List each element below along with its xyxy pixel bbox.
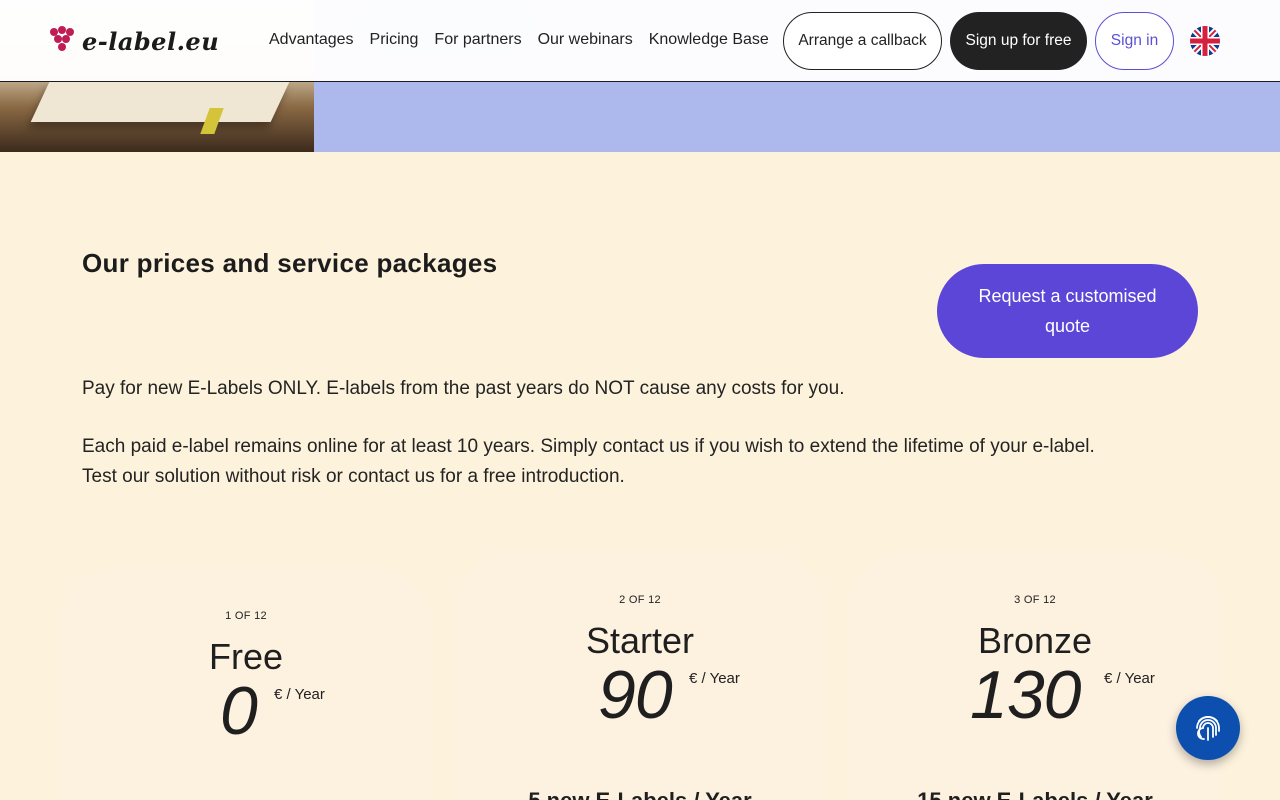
grape-logo-icon [50, 26, 74, 56]
plan-price-row: 130 € / Year [848, 657, 1222, 733]
site-header: e-label.eu Advantages Pricing For partne… [0, 0, 1280, 82]
sign-in-button[interactable]: Sign in [1095, 12, 1174, 70]
plan-card-starter: 2 OF 12 Starter 90 € / Year 5 new E-Labe… [456, 552, 824, 800]
logo-text: e-label.eu [82, 26, 220, 56]
plan-limit: 15 new E-Labels / Year [848, 788, 1222, 800]
plan-limit: 5 new E-Labels / Year [456, 788, 824, 800]
plan-price-row: 0 € / Year [60, 673, 432, 749]
plan-price-unit: € / Year [689, 670, 740, 687]
plan-price: 130 [970, 657, 1081, 733]
plan-count: 2 OF 12 [619, 594, 661, 606]
plan-card-free: 1 OF 12 Free 0 € / Year [60, 568, 432, 800]
pricing-title: Our prices and service packages [82, 248, 498, 278]
nav-our-webinars[interactable]: Our webinars [538, 31, 633, 49]
plan-card-bronze: 3 OF 12 Bronze 130 € / Year 15 new E-Lab… [848, 552, 1222, 800]
site-logo[interactable]: e-label.eu [50, 26, 219, 56]
pricing-intro: Pay for new E-Labels ONLY. E-labels from… [82, 378, 845, 399]
pricing-details: Each paid e-label remains online for at … [82, 432, 1142, 492]
nav-advantages[interactable]: Advantages [269, 31, 354, 49]
nav-for-partners[interactable]: For partners [434, 31, 521, 49]
main-nav: Advantages Pricing For partners Our webi… [269, 31, 769, 49]
plan-price: 90 [598, 657, 673, 733]
plan-price-unit: € / Year [1104, 670, 1155, 687]
sign-up-button[interactable]: Sign up for free [950, 12, 1087, 70]
fingerprint-button[interactable] [1176, 696, 1240, 760]
uk-flag-icon[interactable] [1190, 26, 1220, 56]
plan-price: 0 [220, 673, 258, 749]
pricing-details-line-2: Test our solution without risk or contac… [82, 466, 625, 487]
plan-price-unit: € / Year [274, 686, 325, 703]
nav-knowledge-base[interactable]: Knowledge Base [649, 31, 769, 49]
nav-pricing[interactable]: Pricing [370, 31, 419, 49]
arrange-callback-button[interactable]: Arrange a callback [783, 12, 942, 70]
plan-count: 3 OF 12 [1014, 594, 1056, 606]
plan-count: 1 OF 12 [225, 610, 267, 622]
request-quote-button[interactable]: Request a customised quote [937, 264, 1198, 358]
pricing-details-line-1: Each paid e-label remains online for at … [82, 436, 1095, 457]
fingerprint-icon [1196, 716, 1220, 741]
book-page-shape [30, 82, 290, 122]
plan-price-row: 90 € / Year [456, 657, 824, 733]
